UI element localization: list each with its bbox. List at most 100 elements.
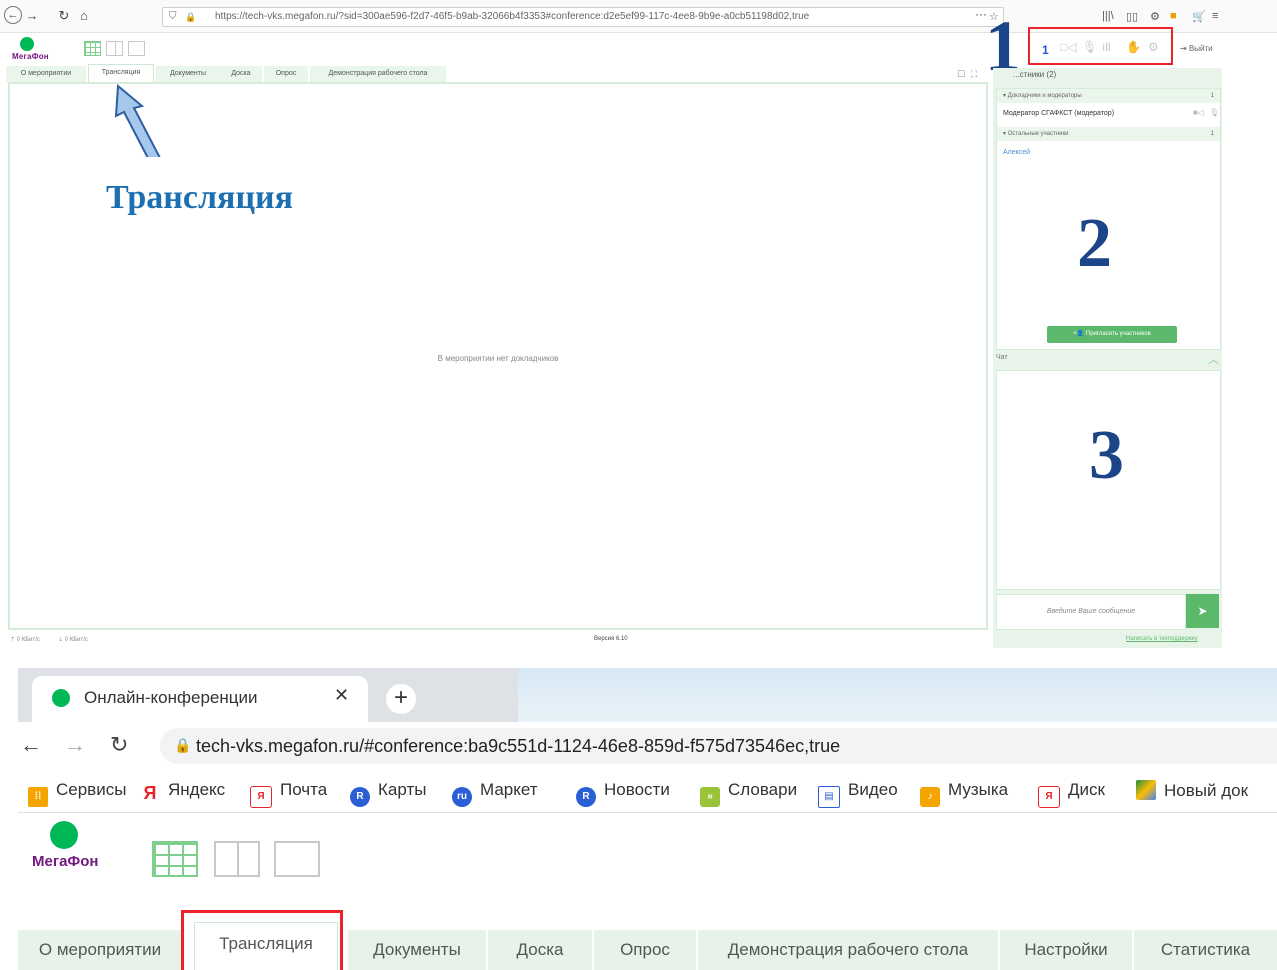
close-tab-icon[interactable]: ✕ <box>334 685 349 706</box>
bookmark-label: Диск <box>1068 780 1105 799</box>
bookmark-dictionaries[interactable]: » Словари <box>700 780 797 807</box>
no-speakers-message: В мероприятии нет докладчиков <box>437 354 559 363</box>
upload-rate: ⇡ 0 КБит/с <box>10 637 40 643</box>
cart-icon[interactable]: 🛒 <box>1192 10 1206 23</box>
microphone-icon: 🎙 <box>1209 108 1220 117</box>
tab-broadcast[interactable]: Трансляция <box>88 64 154 83</box>
tab-desktop-share[interactable]: Демонстрация рабочего стола <box>310 66 447 82</box>
disk-icon: Я <box>1038 786 1060 808</box>
address-bar[interactable]: 🔒 tech-vks.megafon.ru/#conference:ba9c55… <box>160 728 1277 764</box>
new-tab-button[interactable]: + <box>386 684 416 714</box>
bookmark-services[interactable]: ⁞⁞ Сервисы <box>28 780 126 807</box>
tab-about[interactable]: О мероприятии <box>18 930 184 970</box>
fullscreen-icon[interactable]: ⛶ <box>971 69 977 80</box>
participant-aleksey[interactable]: Алексей <box>1003 149 1030 156</box>
bookmark-disk[interactable]: Я Диск <box>1038 780 1105 808</box>
support-link[interactable]: Написать в техподдержку <box>1126 636 1198 642</box>
forward-icon[interactable]: → <box>64 732 86 758</box>
exit-icon: ⇥ <box>1180 44 1187 53</box>
invite-participants-button[interactable]: +👤 Пригласить участников <box>1047 326 1177 343</box>
chevron-up-icon[interactable]: ︿ <box>1208 351 1219 367</box>
sidebar-icon[interactable]: ▯▯ <box>1126 10 1138 23</box>
tab-settings[interactable]: Настройки <box>1000 930 1134 970</box>
back-icon[interactable]: ← <box>4 6 22 24</box>
layout-single-icon[interactable] <box>128 41 145 56</box>
bookmark-yandex[interactable]: Я Яндекс <box>140 780 225 803</box>
bookmark-new-doc[interactable]: Новый док <box>1136 780 1248 801</box>
yandex-mail-icon: Я <box>250 786 272 808</box>
bookmark-maps[interactable]: R Карты <box>350 780 426 807</box>
menu-icon[interactable]: ≡ <box>1212 10 1218 22</box>
bookmark-mail[interactable]: Я Почта <box>250 780 327 808</box>
chrome-screenshot: Онлайн-конференции ✕ + ← → ↻ 🔒 tech-vks.… <box>0 668 1277 970</box>
group-speakers[interactable]: ▾ Докладчики и модераторы 1 <box>997 89 1220 103</box>
status-bar: ⇡ 0 КБит/с ⇣ 0 КБит/с Версия 6.10 Написа… <box>0 636 1222 650</box>
callout-box: Трансляция <box>74 157 396 237</box>
bookmark-label: Маркет <box>480 780 538 799</box>
active-tab-highlight <box>181 910 343 970</box>
back-icon[interactable]: ← <box>20 732 42 758</box>
extension-icon[interactable]: ⚙ <box>1150 10 1160 23</box>
upload-value: 0 КБит/с <box>16 637 40 643</box>
participant-count: 1 <box>1042 43 1049 57</box>
window-icon[interactable]: ☐ <box>957 69 965 80</box>
tab-documents[interactable]: Документы <box>348 930 488 970</box>
settings-icon[interactable]: ⚙ <box>1148 40 1159 54</box>
send-icon[interactable]: ➤ <box>1186 594 1219 628</box>
reload-icon[interactable]: ↻ <box>56 8 72 24</box>
tab-board[interactable]: Доска <box>220 66 263 82</box>
bookmark-label: Музыка <box>948 780 1009 799</box>
tab-board[interactable]: Доска <box>488 930 594 970</box>
layout-grid-icon[interactable] <box>152 841 198 877</box>
logo-text: МегаФон <box>12 52 49 61</box>
camera-icon[interactable]: □◁ <box>1060 40 1076 54</box>
tab-strip-background <box>518 668 1277 722</box>
flag-icon[interactable]: ■ <box>1170 10 1177 22</box>
news-icon: R <box>576 787 596 807</box>
layout-single-icon[interactable] <box>274 841 320 877</box>
tab-poll[interactable]: Опрос <box>264 66 309 82</box>
forward-icon[interactable]: → <box>24 8 40 24</box>
bookmark-label: Почта <box>280 780 328 799</box>
bookmark-video[interactable]: ▤ Видео <box>818 780 898 808</box>
microphone-icon[interactable]: 🎙 <box>1082 40 1097 54</box>
dictionaries-icon: » <box>700 787 720 807</box>
participant-moderator[interactable]: Модератор СГАФКСТ (модератор) <box>1003 110 1114 117</box>
tab-documents[interactable]: Документы <box>156 66 221 82</box>
bookmark-music[interactable]: ♪ Музыка <box>920 780 1008 807</box>
tab-desktop-share[interactable]: Демонстрация рабочего стола <box>698 930 1000 970</box>
callout-label: Трансляция <box>106 179 294 216</box>
home-icon[interactable]: ⌂ <box>76 8 92 24</box>
bookmark-market[interactable]: ru Маркет <box>452 780 538 807</box>
megafon-logo-icon <box>50 821 78 849</box>
layout-split-icon[interactable] <box>106 41 123 56</box>
chrome-address-row: ← → ↻ 🔒 tech-vks.megafon.ru/#conference:… <box>18 722 1277 770</box>
library-icon[interactable]: |||\ <box>1102 10 1114 22</box>
exit-button[interactable]: ⇥ Выйти <box>1180 44 1213 53</box>
megafon-favicon-icon <box>52 689 70 707</box>
group-label: Остальные участники <box>1007 131 1069 137</box>
bookmark-label: Сервисы <box>56 780 127 799</box>
media-controls-highlight: 1 □◁ 🎙 ıll ✋ ⚙ <box>1028 27 1173 65</box>
tab-statistics[interactable]: Статистика <box>1134 930 1277 970</box>
browser-tab[interactable]: Онлайн-конференции ✕ <box>32 676 368 722</box>
chevron-down-icon: ▾ <box>1003 131 1007 137</box>
tab-about[interactable]: О мероприятии <box>6 66 87 82</box>
group-count: 1 <box>1210 93 1214 99</box>
bookmark-news[interactable]: R Новости <box>576 780 670 807</box>
layout-grid-icon[interactable] <box>84 41 101 56</box>
participants-header: ...стники (2) <box>1013 70 1057 79</box>
market-icon: ru <box>452 787 472 807</box>
version-label: Версия 6.10 <box>594 636 628 642</box>
group-others[interactable]: ▾ Остальные участники 1 <box>997 127 1220 141</box>
participants-panel: ▾ Докладчики и модераторы 1 Модератор СГ… <box>996 88 1221 350</box>
tab-poll[interactable]: Опрос <box>594 930 698 970</box>
annotation-number-2: 2 <box>1077 205 1112 282</box>
address-bar[interactable]: ⛉ 🔒 https://tech-vks.megafon.ru/?sid=300… <box>162 7 1004 27</box>
layout-split-icon[interactable] <box>214 841 260 877</box>
chat-input[interactable]: Введите Ваше сообщение <box>996 594 1186 630</box>
group-count: 1 <box>1210 131 1214 137</box>
raise-hand-icon[interactable]: ✋ <box>1126 40 1141 54</box>
reload-icon[interactable]: ↻ <box>110 732 128 758</box>
download-rate: ⇣ 0 КБит/с <box>58 637 88 643</box>
